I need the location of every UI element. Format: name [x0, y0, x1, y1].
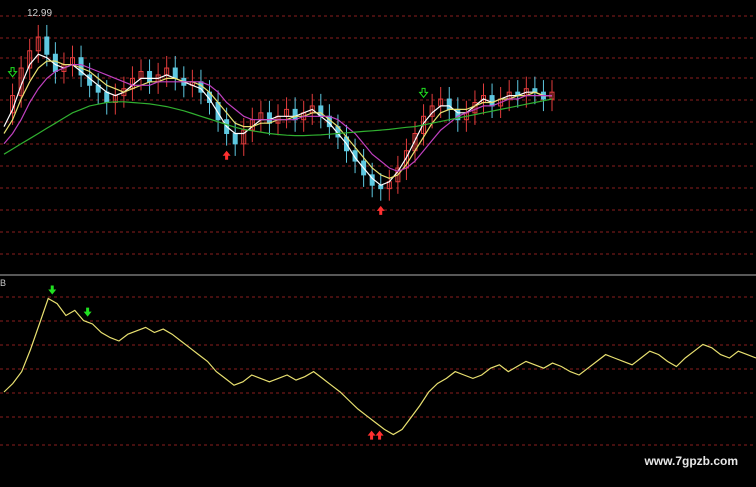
- candle-body-27: [232, 133, 238, 145]
- candle-body-34: [292, 108, 298, 121]
- candle-body-12: [104, 91, 110, 103]
- indicator-sell-arrow-icon-0: [48, 285, 57, 295]
- candle-body-57: [489, 95, 495, 107]
- buy-arrow-icon-0: [222, 150, 231, 160]
- indicator-label: B: [0, 278, 7, 288]
- candle-body-5: [44, 36, 50, 55]
- indicator-line: [3, 297, 756, 436]
- price-high-label: 12.99: [27, 8, 53, 19]
- indicator-buy-arrow-icon-0-b: [375, 430, 384, 440]
- sell-arrow-icon-1: [418, 87, 429, 99]
- stock-chart-canvas[interactable]: [0, 0, 756, 487]
- candle-body-17: [147, 70, 153, 83]
- candle-body-20: [172, 67, 178, 79]
- candle-body-52: [446, 98, 452, 110]
- sell-arrow-icon-0: [7, 67, 18, 78]
- candle-body-31: [266, 112, 272, 124]
- indicator-sell-arrow-icon-1: [83, 307, 92, 317]
- buy-arrow-icon-1: [376, 205, 385, 215]
- indicator-buy-arrow-icon-0-a: [367, 430, 376, 440]
- watermark-text: www.7gpzb.com: [644, 454, 738, 468]
